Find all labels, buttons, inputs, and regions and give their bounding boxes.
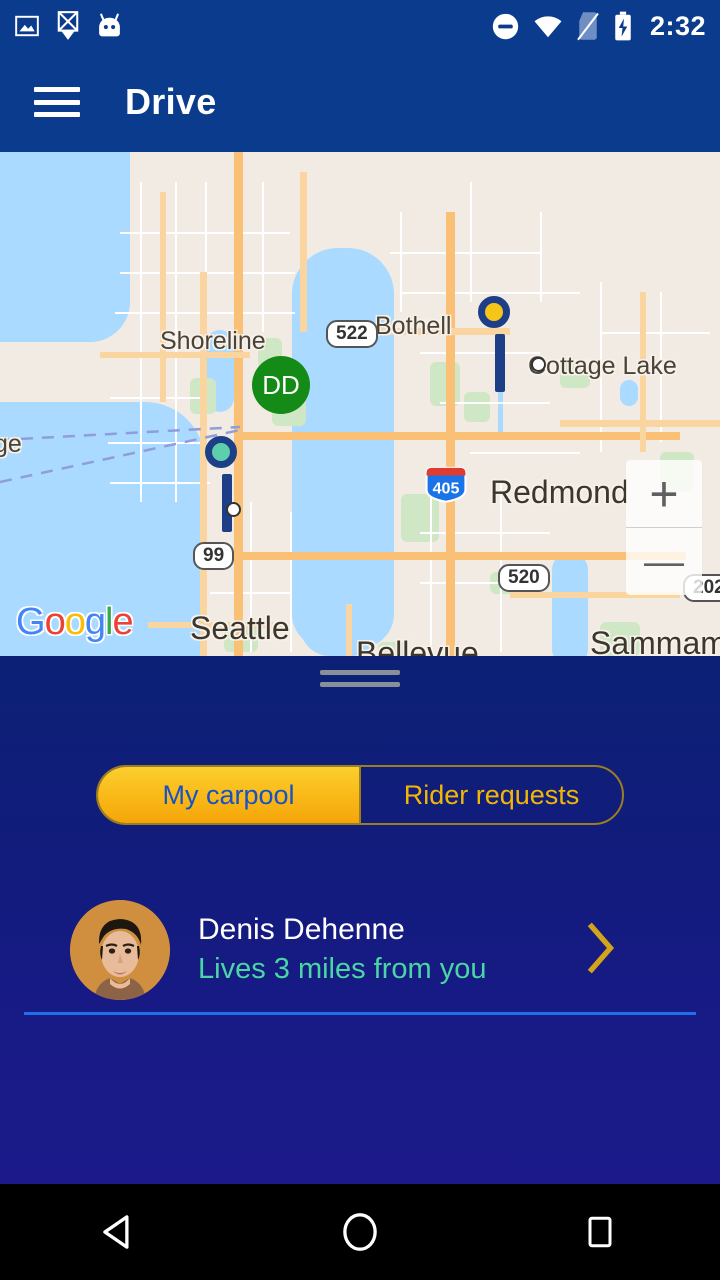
map-street xyxy=(540,212,542,302)
map-label-bothell: Bothell xyxy=(375,312,452,340)
drag-handle-bar xyxy=(320,670,400,675)
status-bar-left-icons xyxy=(14,11,123,41)
tab-rider-requests[interactable]: Rider requests xyxy=(361,767,622,823)
map-street xyxy=(400,212,402,312)
map-park-5 xyxy=(430,362,460,406)
map-label-bellevue: Bellevue xyxy=(356,635,479,656)
chevron-right-icon[interactable] xyxy=(584,921,618,980)
rider-info: Denis Dehenne Lives 3 miles from you xyxy=(198,911,487,989)
map-street xyxy=(262,182,264,332)
carpool-initials-marker[interactable]: DD xyxy=(252,356,310,414)
map-street xyxy=(420,532,550,534)
tab-my-carpool[interactable]: My carpool xyxy=(98,767,359,823)
map-street xyxy=(120,272,295,274)
hamburger-menu-icon[interactable] xyxy=(34,87,80,117)
no-sim-icon xyxy=(577,12,599,41)
map-street xyxy=(470,182,472,302)
page-title: Drive xyxy=(125,81,217,122)
map-street xyxy=(600,332,710,334)
map-highway-90 xyxy=(236,552,686,560)
map-street xyxy=(390,252,540,254)
map-highway-522b xyxy=(300,172,307,332)
map-shield-520: 520 xyxy=(498,564,550,592)
app-bar: Drive xyxy=(0,52,720,152)
map-label-cottage-lake: Cottage Lake xyxy=(528,352,677,380)
carpool-tab-switcher[interactable]: My carpool Rider requests xyxy=(96,765,624,825)
origin-pin-shadow xyxy=(226,502,241,517)
map-label-shoreline: Shoreline xyxy=(160,327,266,355)
svg-text:405: 405 xyxy=(433,479,460,497)
map-street xyxy=(290,512,292,652)
map-street xyxy=(420,352,540,354)
image-icon xyxy=(15,15,39,37)
map-water-puget-sound xyxy=(0,152,130,342)
map-label-redmond: Redmond xyxy=(490,474,629,510)
map-zoom-out-button[interactable]: — xyxy=(626,528,702,595)
download-crossed-icon xyxy=(57,11,79,40)
map-water-cottage-lake xyxy=(620,380,638,406)
status-bar-right-icons: 2:32 xyxy=(491,11,706,42)
map-local-road-6 xyxy=(346,604,352,656)
back-button[interactable] xyxy=(60,1184,180,1280)
bottom-sheet: My carpool Rider requests Denis Dehenne … xyxy=(0,656,720,1184)
android-robot-icon xyxy=(99,13,120,37)
map-shield-522: 522 xyxy=(326,320,378,348)
google-attribution-logo: Google xyxy=(16,601,134,643)
phone-screen: 2:32 Drive Shoreline Bothell Cottage Lak… xyxy=(0,0,720,1280)
map-zoom-controls[interactable]: + — xyxy=(626,460,702,595)
status-bar-clock: 2:32 xyxy=(649,10,706,41)
battery-charging-icon xyxy=(615,11,631,41)
map-street xyxy=(470,452,580,454)
map-view[interactable]: Shoreline Bothell Cottage Lake Redmond S… xyxy=(0,152,720,656)
rider-list-item[interactable]: Denis Dehenne Lives 3 miles from you xyxy=(0,891,720,1009)
map-label-seattle: Seattle xyxy=(190,610,290,646)
map-shield-99: 99 xyxy=(193,542,235,570)
map-park-7 xyxy=(464,392,490,422)
map-label-ge: ge xyxy=(0,430,22,458)
recents-button[interactable] xyxy=(540,1184,660,1280)
android-nav-bar xyxy=(0,1184,720,1280)
map-highway-520 xyxy=(240,432,680,440)
map-street xyxy=(430,492,432,652)
map-street xyxy=(400,292,580,294)
map-zoom-in-button[interactable]: + xyxy=(626,460,702,527)
do-not-disturb-icon xyxy=(492,13,519,39)
rider-list-divider xyxy=(24,1012,696,1015)
rider-avatar xyxy=(70,900,170,1000)
carpool-initials-label: DD xyxy=(262,369,300,400)
rider-distance: Lives 3 miles from you xyxy=(198,953,487,986)
home-button[interactable] xyxy=(300,1184,420,1280)
map-street xyxy=(440,402,550,404)
drag-handle[interactable] xyxy=(320,670,400,694)
map-local-road-2 xyxy=(160,192,166,402)
map-shield-i405: 405 xyxy=(425,466,467,503)
map-water-lake-sammamish xyxy=(552,552,588,656)
drag-handle-bar xyxy=(320,682,400,687)
wifi-icon xyxy=(534,16,562,38)
destination-pin-shadow xyxy=(531,357,546,372)
map-label-sammamish: Sammamish xyxy=(590,625,720,656)
status-bar: 2:32 xyxy=(0,0,720,52)
rider-name: Denis Dehenne xyxy=(198,912,405,946)
